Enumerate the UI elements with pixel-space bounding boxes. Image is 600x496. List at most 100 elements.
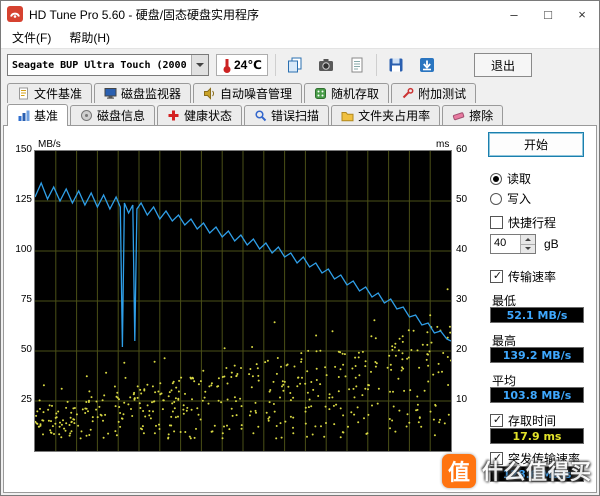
right-tick: 30 bbox=[456, 294, 468, 305]
read-radio-label: 读取 bbox=[507, 172, 532, 186]
tab-random-access[interactable]: 随机存取 bbox=[304, 83, 390, 103]
copy-icon bbox=[286, 56, 304, 74]
folder-icon bbox=[341, 109, 354, 122]
export-button[interactable] bbox=[415, 53, 439, 77]
access-time-checkbox[interactable] bbox=[490, 414, 504, 428]
watermark: 值 什么值得买 bbox=[442, 454, 592, 488]
left-tick: 50 bbox=[20, 344, 32, 355]
access-time-row[interactable]: 存取时间 bbox=[490, 412, 556, 429]
write-radio-row[interactable]: 写入 bbox=[490, 190, 531, 207]
benchmark-plot-svg bbox=[34, 151, 452, 451]
copy-screenshot-button[interactable] bbox=[283, 53, 307, 77]
menu-bar: 文件(F) 帮助(H) bbox=[1, 27, 599, 49]
thermometer-icon bbox=[222, 56, 232, 74]
dropdown-arrow-icon bbox=[191, 55, 208, 75]
short-stroke-row[interactable]: 快捷行程 bbox=[490, 214, 556, 231]
max-value-display: 139.2 MB/s bbox=[490, 347, 584, 363]
tab-label: 文件基准 bbox=[34, 87, 83, 101]
tab-disk-info[interactable]: 磁盘信息 bbox=[70, 105, 156, 125]
minimize-button[interactable]: – bbox=[497, 1, 531, 27]
save-floppy-icon bbox=[387, 56, 405, 74]
read-radio-row[interactable]: 读取 bbox=[490, 170, 531, 187]
menu-file[interactable]: 文件(F) bbox=[3, 27, 60, 48]
tab-label: 附加测试 bbox=[418, 87, 467, 101]
temperature-value: 24℃ bbox=[234, 58, 262, 72]
tab-label: 磁盘监视器 bbox=[121, 87, 182, 101]
file-benchmark-icon bbox=[17, 87, 30, 100]
benchmark-plot bbox=[34, 150, 452, 452]
left-tick: 100 bbox=[15, 244, 32, 255]
title-bar: HD Tune Pro 5.60 - 硬盘/固态硬盘实用程序 – □ × bbox=[1, 1, 599, 27]
short-stroke-size-input[interactable]: 40 bbox=[490, 234, 536, 254]
temperature-display: 24℃ bbox=[216, 54, 268, 76]
spinner-down-icon[interactable] bbox=[521, 243, 535, 253]
tab-label: 错误扫描 bbox=[271, 109, 320, 123]
tab-extra-tests[interactable]: 附加测试 bbox=[391, 83, 477, 103]
tab-label: 磁盘信息 bbox=[97, 109, 146, 123]
watermark-logo: 值 bbox=[442, 454, 476, 488]
right-tick: 60 bbox=[456, 144, 468, 155]
short-stroke-unit-label: gB bbox=[544, 237, 559, 251]
tab-benchmark[interactable]: 基准 bbox=[7, 104, 69, 126]
avg-value-display: 103.8 MB/s bbox=[490, 387, 584, 403]
drive-select[interactable]: Seagate BUP Ultra Touch (2000 gB) bbox=[7, 54, 209, 76]
speaker-icon bbox=[203, 87, 216, 100]
tab-health[interactable]: 健康状态 bbox=[157, 105, 243, 125]
toolbar: Seagate BUP Ultra Touch (2000 gB) 24℃ 退出 bbox=[1, 49, 599, 81]
screenshot-button[interactable] bbox=[314, 53, 338, 77]
tab-label: 擦除 bbox=[469, 109, 494, 123]
health-cross-icon bbox=[167, 109, 180, 122]
read-radio[interactable] bbox=[490, 172, 502, 185]
start-button[interactable]: 开始 bbox=[488, 132, 584, 157]
toolbar-separator bbox=[275, 54, 276, 76]
eraser-icon bbox=[452, 109, 465, 122]
tab-label: 文件夹占用率 bbox=[358, 109, 431, 123]
short-stroke-checkbox[interactable] bbox=[490, 216, 503, 229]
benchmark-chart-icon bbox=[17, 109, 30, 122]
close-button[interactable]: × bbox=[565, 1, 599, 27]
toolbar-separator bbox=[376, 54, 377, 76]
transfer-rate-label: 传输速率 bbox=[508, 270, 557, 284]
tab-label: 随机存取 bbox=[331, 87, 380, 101]
tab-error-scan[interactable]: 错误扫描 bbox=[244, 105, 330, 125]
write-radio[interactable] bbox=[490, 192, 502, 205]
report-page-icon bbox=[348, 56, 366, 74]
download-arrow-icon bbox=[418, 56, 436, 74]
spinner-up-icon[interactable] bbox=[521, 235, 535, 244]
dice-icon bbox=[314, 87, 327, 100]
tab-disk-monitor[interactable]: 磁盘监视器 bbox=[94, 83, 192, 103]
save-button[interactable] bbox=[384, 53, 408, 77]
report-button[interactable] bbox=[345, 53, 369, 77]
menu-help[interactable]: 帮助(H) bbox=[60, 27, 119, 48]
tab-folder-usage[interactable]: 文件夹占用率 bbox=[331, 105, 441, 125]
transfer-rate-row[interactable]: 传输速率 bbox=[490, 268, 556, 285]
min-value-display: 52.1 MB/s bbox=[490, 307, 584, 323]
maximize-button[interactable]: □ bbox=[531, 1, 565, 27]
spinner-buttons[interactable] bbox=[520, 235, 535, 253]
left-axis-unit: MB/s bbox=[38, 139, 61, 150]
drive-select-value: Seagate BUP Ultra Touch (2000 gB) bbox=[12, 59, 191, 71]
transfer-rate-checkbox[interactable] bbox=[490, 270, 504, 284]
tab-label: 健康状态 bbox=[184, 109, 233, 123]
tab-label: 基准 bbox=[34, 109, 59, 123]
short-stroke-label: 快捷行程 bbox=[508, 216, 557, 230]
disk-info-icon bbox=[80, 109, 93, 122]
right-tick: 50 bbox=[456, 194, 468, 205]
window-title: HD Tune Pro 5.60 - 硬盘/固态硬盘实用程序 bbox=[29, 7, 260, 22]
tab-erase[interactable]: 擦除 bbox=[442, 105, 504, 125]
camera-icon bbox=[317, 56, 335, 74]
tab-label: 自动噪音管理 bbox=[220, 87, 293, 101]
wrench-icon bbox=[401, 87, 414, 100]
left-tick: 150 bbox=[15, 144, 32, 155]
tab-row-upper: 文件基准 磁盘监视器 自动噪音管理 随机存取 附加测试 bbox=[1, 81, 599, 103]
right-axis-unit: ms bbox=[436, 139, 450, 150]
start-button-label: 开始 bbox=[523, 138, 548, 152]
exit-button[interactable]: 退出 bbox=[474, 53, 533, 77]
right-tick: 40 bbox=[456, 244, 468, 255]
tab-aam[interactable]: 自动噪音管理 bbox=[193, 83, 303, 103]
tab-row-lower: 基准 磁盘信息 健康状态 错误扫描 文件夹占用率 擦除 bbox=[1, 103, 599, 126]
watermark-text: 什么值得买 bbox=[482, 461, 592, 484]
left-tick: 125 bbox=[15, 194, 32, 205]
hdtune-logo-icon bbox=[7, 6, 23, 22]
tab-file-benchmark[interactable]: 文件基准 bbox=[7, 83, 93, 103]
